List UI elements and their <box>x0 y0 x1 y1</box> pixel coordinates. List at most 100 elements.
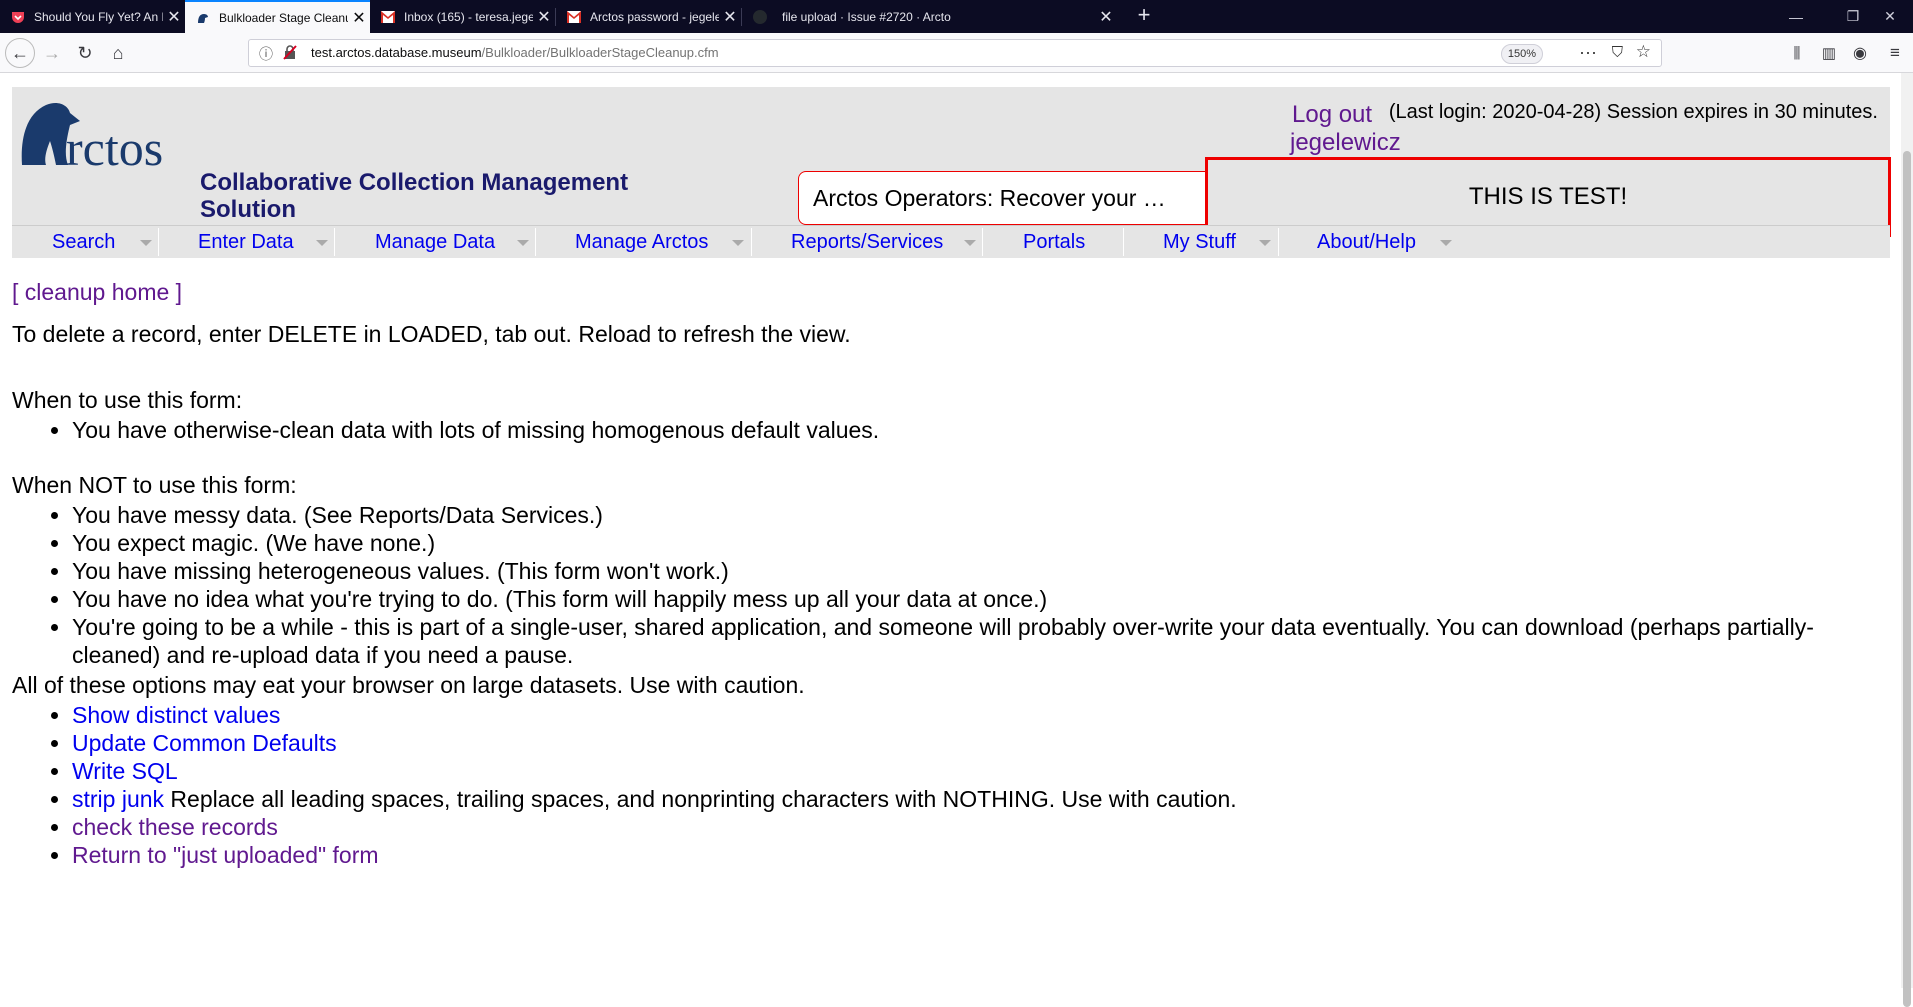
tab-title: Should You Fly Yet? An Epidem <box>34 9 163 24</box>
chevron-down-icon <box>1440 240 1452 246</box>
cleanup-home-link[interactable]: [ cleanup home ] <box>12 279 182 306</box>
operator-notice[interactable]: Arctos Operators: Recover your … <box>798 171 1218 225</box>
when-heading: When to use this form: <box>12 387 243 413</box>
menu-separator <box>334 228 335 256</box>
delete-instructions: To delete a record, enter DELETE in LOAD… <box>12 321 851 347</box>
menu-enter-data[interactable]: Enter Data <box>198 226 294 258</box>
browser-toolbar: ← → ↻ ⌂ ⓘ test.arctos.database.museum/Bu… <box>0 33 1913 73</box>
when-not-heading: When NOT to use this form: <box>12 472 297 498</box>
insecure-lock-icon[interactable] <box>283 44 297 60</box>
list-item: You expect magic. (We have none.) <box>72 529 1892 557</box>
back-arrow-icon[interactable]: ← <box>5 38 35 68</box>
minimize-icon[interactable]: — <box>1773 0 1819 33</box>
browser-tab-active[interactable]: Bulkloader Stage Cleanup ✕ <box>185 0 370 33</box>
when-list: You have otherwise-clean data with lots … <box>12 416 1892 444</box>
menu-separator <box>982 228 983 256</box>
check-records-link[interactable]: check these records <box>72 814 278 840</box>
forward-arrow-icon[interactable]: → <box>37 38 67 68</box>
site-header: rctos Collaborative Collection Managemen… <box>12 87 1891 237</box>
menu-separator <box>751 228 752 256</box>
main-menu: Search Enter Data Manage Data Manage Arc… <box>12 225 1890 258</box>
list-item: You have no idea what you're trying to d… <box>72 585 1892 613</box>
home-icon[interactable]: ⌂ <box>103 38 133 68</box>
chevron-down-icon <box>732 240 744 246</box>
close-icon[interactable]: ✕ <box>719 7 741 27</box>
menu-separator <box>1123 228 1124 256</box>
strip-junk-description: Replace all leading spaces, trailing spa… <box>164 786 1237 812</box>
github-icon <box>752 9 768 25</box>
gmail-icon <box>566 9 582 25</box>
chevron-down-icon <box>517 240 529 246</box>
when-not-list: You have messy data. (See Reports/Data S… <box>12 501 1892 669</box>
reload-icon[interactable]: ↻ <box>70 38 100 68</box>
close-icon[interactable]: ✕ <box>533 7 555 27</box>
browser-tab-bar: Should You Fly Yet? An Epidem ✕ Bulkload… <box>0 0 1913 33</box>
close-icon[interactable]: ✕ <box>348 8 370 28</box>
account-icon[interactable]: ◉ <box>1845 38 1875 68</box>
chevron-down-icon <box>316 240 328 246</box>
browser-tab[interactable]: Should You Fly Yet? An Epidem ✕ <box>0 0 185 33</box>
tab-title: Inbox (165) - teresa.jegelewicz <box>404 9 533 24</box>
close-icon[interactable]: ✕ <box>163 7 185 27</box>
url-bar[interactable]: ⓘ test.arctos.database.museum/Bulkloader… <box>248 39 1662 67</box>
site-tagline: Collaborative Collection Management Solu… <box>200 169 629 223</box>
strip-junk-link[interactable]: strip junk <box>72 786 164 812</box>
list-item: You're going to be a while - this is par… <box>72 613 1892 669</box>
page-viewport: rctos Collaborative Collection Managemen… <box>0 73 1913 988</box>
chevron-down-icon <box>1259 240 1271 246</box>
url-text[interactable]: test.arctos.database.museum/Bulkloader/B… <box>311 40 719 66</box>
options-list: Show distinct values Update Common Defau… <box>12 701 1892 869</box>
tab-title: file upload · Issue #2720 · Arcto <box>782 9 951 24</box>
more-actions-icon[interactable]: ··· <box>1579 42 1597 63</box>
username-link[interactable]: jegelewicz <box>1290 129 1401 157</box>
list-item: Show distinct values <box>72 701 1892 729</box>
library-icon[interactable]: ⫼ <box>1782 38 1812 68</box>
browser-tab[interactable]: Arctos password - jegelewicz66 ✕ <box>556 0 741 33</box>
chevron-down-icon <box>964 240 976 246</box>
menu-portals[interactable]: Portals <box>1023 226 1085 258</box>
svg-text:rctos: rctos <box>66 120 163 171</box>
list-item: check these records <box>72 813 1892 841</box>
logout-link[interactable]: Log out <box>1292 101 1372 129</box>
new-tab-icon[interactable]: + <box>1132 4 1156 28</box>
menu-manage-arctos[interactable]: Manage Arctos <box>575 226 708 258</box>
arctos-bear-icon <box>195 10 211 26</box>
info-icon[interactable]: ⓘ <box>259 44 273 64</box>
list-item: You have otherwise-clean data with lots … <box>72 416 1892 444</box>
window-close-icon[interactable]: ✕ <box>1867 0 1913 33</box>
arctos-logo[interactable]: rctos <box>16 95 216 176</box>
menu-reports-services[interactable]: Reports/Services <box>791 226 943 258</box>
sidebar-icon[interactable]: ▥ <box>1814 38 1844 68</box>
list-item: Update Common Defaults <box>72 729 1892 757</box>
session-info: (Last login: 2020-04-28) Session expires… <box>1388 101 1878 123</box>
close-icon[interactable]: ✕ <box>1095 7 1117 27</box>
menu-separator <box>535 228 536 256</box>
list-item: You have missing heterogeneous values. (… <box>72 557 1892 585</box>
menu-separator <box>1278 228 1279 256</box>
pocket-save-icon[interactable]: ⛉ <box>1612 44 1623 61</box>
list-item: You have messy data. (See Reports/Data S… <box>72 501 1892 529</box>
pocket-icon <box>10 9 26 25</box>
browser-tab[interactable]: file upload · Issue #2720 · Arcto ✕ <box>742 0 1117 33</box>
list-item: Write SQL <box>72 757 1892 785</box>
menu-my-stuff[interactable]: My Stuff <box>1163 226 1236 258</box>
list-item: strip junk Replace all leading spaces, t… <box>72 785 1892 813</box>
return-uploaded-link[interactable]: Return to "just uploaded" form <box>72 842 379 868</box>
write-sql-link[interactable]: Write SQL <box>72 758 178 784</box>
zoom-level[interactable]: 150% <box>1500 44 1543 64</box>
scrollbar-thumb[interactable] <box>1903 151 1911 1007</box>
cleanup-home-text[interactable]: [ cleanup home ] <box>12 279 182 305</box>
page-scrollbar[interactable] <box>1901 73 1913 1007</box>
update-defaults-link[interactable]: Update Common Defaults <box>72 730 337 756</box>
caution-text: All of these options may eat your browse… <box>12 672 805 698</box>
browser-tab[interactable]: Inbox (165) - teresa.jegelewicz ✕ <box>370 0 555 33</box>
hamburger-menu-icon[interactable]: ≡ <box>1880 38 1910 68</box>
tab-title: Bulkloader Stage Cleanup <box>219 10 348 25</box>
menu-manage-data[interactable]: Manage Data <box>375 226 495 258</box>
menu-about-help[interactable]: About/Help <box>1317 226 1416 258</box>
bookmark-star-icon[interactable]: ☆ <box>1636 42 1651 62</box>
menu-separator <box>158 228 159 256</box>
show-distinct-link[interactable]: Show distinct values <box>72 702 280 728</box>
chevron-down-icon <box>140 240 152 246</box>
menu-search[interactable]: Search <box>52 226 115 258</box>
